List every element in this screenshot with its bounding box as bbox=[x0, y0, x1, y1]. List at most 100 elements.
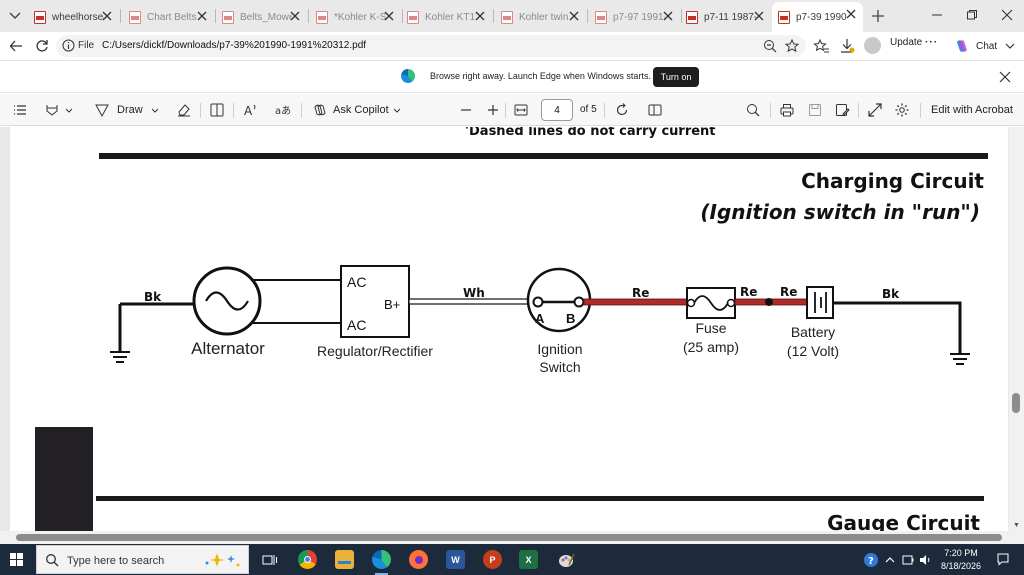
search-icon[interactable] bbox=[745, 102, 761, 118]
update-button[interactable]: Update ··· bbox=[890, 37, 938, 55]
browser-tab[interactable]: Belts_Mowe bbox=[216, 4, 307, 30]
read-aloud-icon[interactable]: A bbox=[243, 102, 259, 118]
ask-copilot-label[interactable]: Ask Copilot bbox=[333, 104, 389, 116]
draw-icon[interactable] bbox=[94, 102, 110, 118]
horizontal-scrollbar[interactable] bbox=[0, 531, 1024, 544]
file-explorer-icon[interactable] bbox=[335, 550, 354, 569]
copilot-outline-icon[interactable] bbox=[312, 102, 328, 118]
settings-gear-icon[interactable] bbox=[894, 102, 910, 118]
firefox-icon[interactable] bbox=[409, 550, 428, 569]
divider bbox=[505, 103, 506, 118]
scroll-down-arrow-icon[interactable]: ▼ bbox=[1012, 521, 1021, 530]
info-icon[interactable] bbox=[62, 39, 75, 52]
translate-icon[interactable]: aあ bbox=[275, 102, 291, 118]
vertical-scroll-thumb[interactable] bbox=[1012, 393, 1020, 413]
copilot-icon bbox=[957, 40, 967, 52]
close-tab-icon[interactable] bbox=[568, 10, 580, 22]
browser-tab[interactable]: p7-11 1987- bbox=[680, 4, 771, 30]
page-number-input[interactable]: 4 bbox=[541, 99, 573, 121]
fit-width-icon[interactable] bbox=[513, 102, 529, 118]
print-icon[interactable] bbox=[779, 102, 795, 118]
browser-tab[interactable]: wheelhorsea bbox=[28, 4, 119, 30]
address-bar[interactable]: File C:/Users/dickf/Downloads/p7-39%2019… bbox=[56, 35, 806, 57]
close-tab-icon[interactable] bbox=[474, 10, 486, 22]
maximize-button[interactable] bbox=[957, 4, 987, 26]
close-tab-icon[interactable] bbox=[845, 8, 857, 20]
refresh-button[interactable] bbox=[32, 36, 52, 56]
close-tab-icon[interactable] bbox=[753, 10, 765, 22]
excel-icon[interactable]: X bbox=[519, 550, 538, 569]
windows-start-icon[interactable] bbox=[10, 553, 23, 566]
url-text[interactable]: C:/Users/dickf/Downloads/p7-39%201990-19… bbox=[102, 40, 366, 51]
highlight-icon[interactable] bbox=[44, 102, 60, 118]
edit-with-acrobat-button[interactable]: Edit with Acrobat bbox=[931, 104, 1013, 116]
draw-label[interactable]: Draw bbox=[117, 104, 143, 116]
pdf-toolbar: Draw A aあ Ask Copilot 4 of 5 Edit with A… bbox=[0, 94, 1024, 126]
chevron-down-icon[interactable] bbox=[392, 102, 402, 118]
show-hidden-icons-icon[interactable] bbox=[884, 552, 896, 568]
notifications-icon[interactable] bbox=[996, 552, 1010, 566]
chevron-down-icon[interactable] bbox=[150, 102, 160, 118]
minimize-button[interactable] bbox=[922, 4, 952, 26]
horizontal-scroll-thumb[interactable] bbox=[16, 534, 1002, 541]
page-view-icon[interactable] bbox=[647, 102, 663, 118]
save-as-icon[interactable] bbox=[834, 102, 850, 118]
copilot-chat-button[interactable]: Chat bbox=[954, 37, 1015, 55]
close-infobar-icon[interactable] bbox=[998, 70, 1012, 84]
browser-tab[interactable]: p7-97 1991- bbox=[589, 4, 680, 30]
turn-on-button[interactable]: Turn on bbox=[653, 67, 699, 87]
pdf-file-icon bbox=[595, 10, 607, 24]
arrow-left-icon bbox=[9, 40, 22, 52]
volume-icon[interactable] bbox=[918, 552, 932, 568]
browser-tab[interactable]: Kohler twin bbox=[495, 4, 586, 30]
text-box-icon[interactable] bbox=[209, 102, 225, 118]
contents-icon[interactable] bbox=[12, 102, 28, 118]
divider bbox=[920, 103, 921, 118]
save-icon[interactable] bbox=[807, 102, 823, 118]
zoom-icon[interactable] bbox=[762, 38, 778, 54]
favorite-star-icon[interactable] bbox=[784, 38, 800, 54]
edge-icon[interactable] bbox=[372, 550, 391, 575]
browser-tab[interactable]: *Kohler K-Sl bbox=[310, 4, 401, 30]
tab-separator bbox=[587, 9, 588, 23]
paint-icon[interactable] bbox=[556, 550, 575, 569]
close-tab-icon[interactable] bbox=[196, 10, 208, 22]
help-icon[interactable]: ? bbox=[862, 552, 880, 568]
browser-tab[interactable]: p7-39 1990- bbox=[772, 2, 863, 32]
vertical-scrollbar[interactable]: ▼ bbox=[1009, 127, 1024, 531]
chevron-down-icon bbox=[1005, 43, 1015, 49]
rotate-icon[interactable] bbox=[614, 102, 630, 118]
close-tab-icon[interactable] bbox=[101, 10, 113, 22]
fullscreen-icon[interactable] bbox=[867, 102, 883, 118]
switch-terminal-a: A bbox=[535, 311, 545, 326]
pdf-viewer: ' Dashed lines do not carry current ' Ch… bbox=[0, 127, 1024, 531]
browser-tab[interactable]: Kohler KT17 bbox=[401, 4, 492, 30]
close-tab-icon[interactable] bbox=[383, 10, 395, 22]
tab-actions-menu[interactable] bbox=[4, 6, 26, 26]
startup-boost-infobar: Browse right away. Launch Edge when Wind… bbox=[0, 60, 1024, 93]
browser-tab[interactable]: Chart Belts T bbox=[123, 4, 214, 30]
taskbar-search-box[interactable]: Type here to search bbox=[36, 545, 249, 574]
fuse-label-line2: (25 amp) bbox=[683, 339, 739, 355]
windows-taskbar: Type here to search W P X ? 7:20 PM 8/18… bbox=[0, 544, 1024, 575]
close-tab-icon[interactable] bbox=[662, 10, 674, 22]
system-clock[interactable]: 7:20 PM 8/18/2026 bbox=[935, 547, 987, 573]
chrome-icon[interactable] bbox=[298, 550, 317, 569]
powerpoint-icon[interactable]: P bbox=[483, 550, 502, 569]
divider bbox=[858, 103, 859, 118]
close-window-button[interactable] bbox=[992, 4, 1022, 26]
downloads-icon[interactable] bbox=[838, 37, 856, 55]
new-tab-button[interactable] bbox=[868, 6, 888, 26]
back-button[interactable] bbox=[6, 36, 26, 56]
task-view-icon[interactable] bbox=[260, 550, 279, 569]
eraser-icon[interactable] bbox=[176, 102, 192, 118]
favorites-icon[interactable] bbox=[812, 37, 830, 55]
close-tab-icon[interactable] bbox=[289, 10, 301, 22]
zoom-out-icon[interactable] bbox=[458, 102, 474, 118]
battery-tray-icon[interactable] bbox=[901, 552, 915, 568]
word-icon[interactable]: W bbox=[446, 550, 465, 569]
tab-separator bbox=[308, 9, 309, 23]
profile-avatar[interactable] bbox=[864, 37, 881, 54]
zoom-in-icon[interactable] bbox=[485, 102, 501, 118]
chevron-down-icon[interactable] bbox=[64, 102, 74, 118]
